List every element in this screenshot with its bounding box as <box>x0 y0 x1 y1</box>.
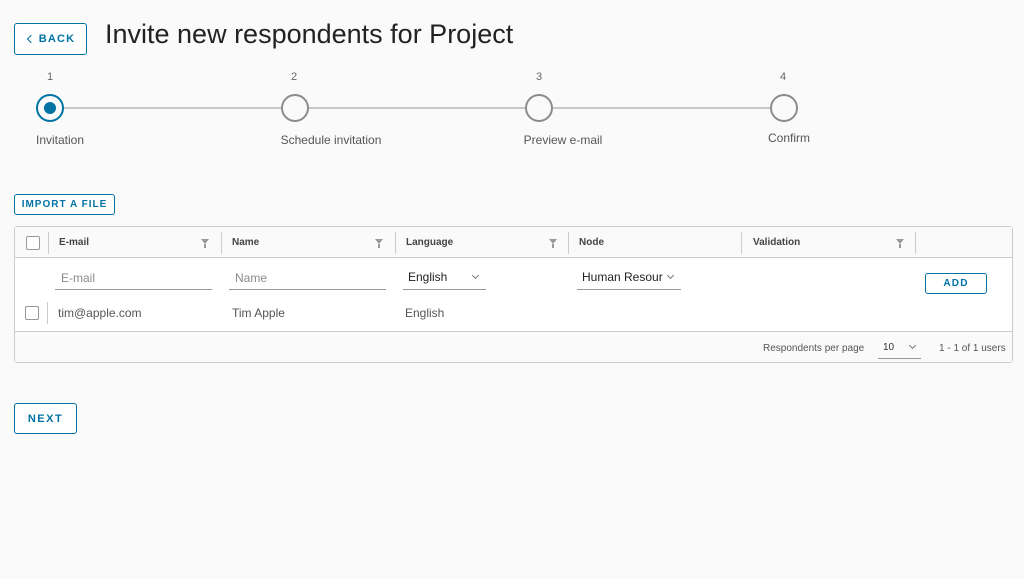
column-header-name[interactable]: Name <box>222 227 394 258</box>
step-2-label: Schedule invitation <box>280 133 382 147</box>
step-4-label: Confirm <box>767 131 811 145</box>
chevron-left-icon <box>26 34 35 44</box>
step-4-indicator[interactable] <box>770 94 798 122</box>
row-email: tim@apple.com <box>58 306 142 320</box>
node-select-value: Human Resour <box>582 270 663 284</box>
email-field-wrapper <box>55 268 212 290</box>
step-3-number: 3 <box>535 71 543 83</box>
email-field[interactable] <box>55 268 212 288</box>
language-select[interactable]: English <box>403 268 486 290</box>
column-divider <box>915 232 916 254</box>
column-header-node-label: Node <box>579 237 604 248</box>
per-page-value: 10 <box>883 342 895 353</box>
grid-footer: Respondents per page 10 1 - 1 of 1 users <box>15 331 1012 362</box>
step-3-indicator[interactable] <box>525 94 553 122</box>
pagination-range: 1 - 1 of 1 users <box>939 343 1006 354</box>
column-header-email[interactable]: E-mail <box>49 227 221 258</box>
step-4-number: 4 <box>779 71 787 83</box>
chevron-down-icon <box>666 271 675 280</box>
name-field[interactable] <box>229 268 386 288</box>
filter-icon[interactable] <box>201 239 209 248</box>
next-button[interactable]: NEXT <box>14 403 77 434</box>
import-file-button[interactable]: IMPORT A FILE <box>14 194 115 215</box>
column-header-language[interactable]: Language <box>396 227 568 258</box>
chevron-down-icon <box>471 271 480 280</box>
chevron-down-icon <box>908 341 917 350</box>
node-select[interactable]: Human Resour <box>577 268 681 290</box>
language-select-value: English <box>408 270 448 284</box>
column-divider <box>741 232 742 254</box>
column-divider <box>47 302 48 324</box>
filter-icon[interactable] <box>549 239 557 248</box>
column-header-validation-label: Validation <box>753 237 801 248</box>
filter-icon[interactable] <box>375 239 383 248</box>
back-button-label: BACK <box>38 33 76 45</box>
per-page-label: Respondents per page <box>763 343 865 354</box>
add-respondent-button[interactable]: ADD <box>925 273 987 294</box>
back-button[interactable]: BACK <box>14 23 87 55</box>
row-name: Tim Apple <box>232 306 285 320</box>
column-header-name-label: Name <box>232 237 260 248</box>
respondents-grid: E-mail Name Language Node Validation Res… <box>14 226 1013 363</box>
step-1-indicator[interactable] <box>36 94 64 122</box>
grid-header: E-mail Name Language Node Validation <box>15 227 1012 258</box>
name-field-wrapper <box>229 268 386 290</box>
step-2-number: 2 <box>290 71 298 83</box>
step-3-label: Preview e-mail <box>523 133 603 147</box>
select-all-checkbox[interactable] <box>26 236 40 250</box>
column-header-language-label: Language <box>406 237 454 248</box>
step-1-number: 1 <box>46 71 54 83</box>
step-2-indicator[interactable] <box>281 94 309 122</box>
per-page-select[interactable]: 10 <box>878 339 921 359</box>
page-title: Invite new respondents for Project <box>105 19 514 49</box>
step-1-label: Invitation <box>35 133 85 147</box>
column-header-validation[interactable]: Validation <box>743 227 915 258</box>
column-header-node[interactable]: Node <box>569 227 741 258</box>
active-dot-icon <box>44 102 56 114</box>
row-language: English <box>405 306 445 320</box>
column-header-email-label: E-mail <box>59 237 90 248</box>
filter-icon[interactable] <box>896 239 904 248</box>
stepper-track <box>64 107 770 109</box>
row-checkbox[interactable] <box>25 306 39 320</box>
